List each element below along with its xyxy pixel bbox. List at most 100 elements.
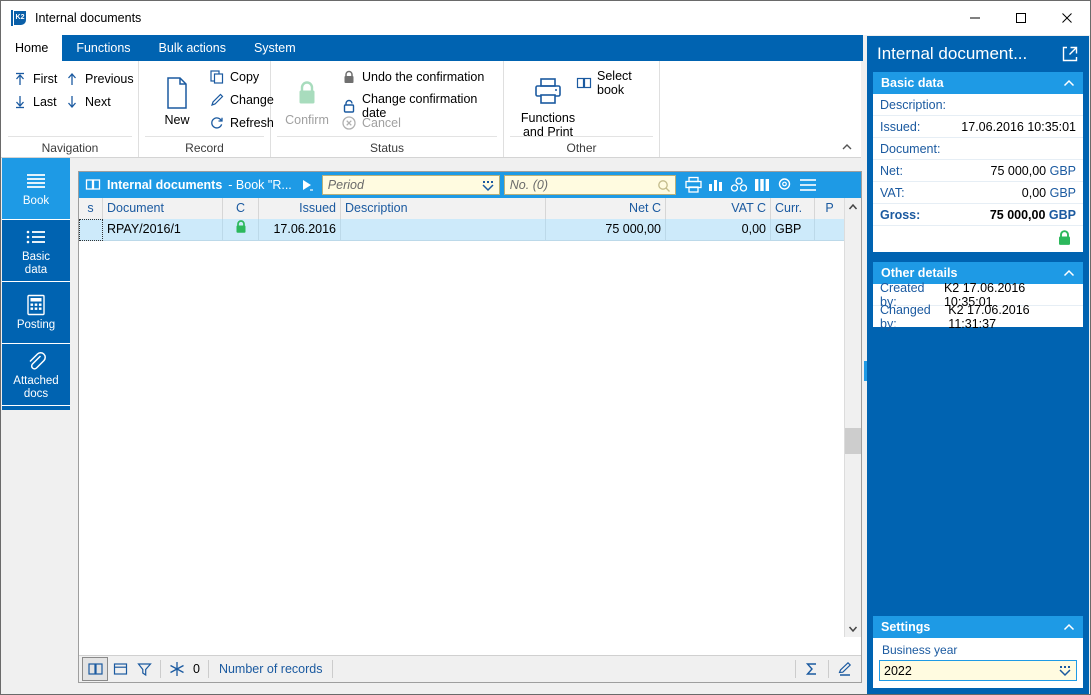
details-panel-title: Internal document... [867,36,1089,72]
columns-icon[interactable] [751,174,774,196]
column-header-s[interactable]: s [79,198,103,219]
combo-drop-icon[interactable] [480,178,496,194]
chart-icon[interactable] [705,174,728,196]
play-triangle-icon[interactable] [294,174,320,196]
column-header-description[interactable]: Description [341,198,546,219]
print-icon[interactable] [682,174,705,196]
cell-document[interactable]: RPAY/2016/1 [103,219,223,241]
edit-pencil-icon[interactable] [833,658,857,680]
new-document-icon [145,73,209,113]
column-header-net-c[interactable]: Net C [546,198,666,219]
cell-s[interactable] [79,219,103,241]
ribbon-button-last[interactable]: Last [12,94,57,110]
ribbon-button-previous[interactable]: Previous [64,71,134,87]
business-year-label: Business year [882,643,958,657]
cell-vat-c[interactable]: 0,00 [666,219,771,241]
detail-label: Description: [880,97,946,112]
ribbon-button-functions-and-print[interactable]: Functions and Print [510,71,586,139]
arrow-down-bar-icon [12,94,28,110]
book-icon[interactable] [82,657,108,681]
cell-curr[interactable]: GBP [771,219,815,241]
scroll-down-chevron-down-icon[interactable] [845,620,861,637]
application-window: K2 Internal documents Home Functions Bul… [0,0,1091,695]
ribbon-button-confirm[interactable]: Confirm [275,73,339,127]
ribbon-button-functions-label-line1: Functions [520,111,576,125]
settings-gear-icon[interactable] [774,174,797,196]
sidebar-item-book[interactable]: Book [2,158,70,220]
cell-net-c[interactable]: 75 000,00 [546,219,666,241]
ribbon-group-label-record: Record [185,141,224,155]
cell-p[interactable] [815,219,845,241]
tab-home[interactable]: Home [1,35,63,61]
ribbon-button-refresh-label: Refresh [230,116,274,130]
ribbon-button-copy[interactable]: Copy [209,69,259,85]
column-header-curr[interactable]: Curr. [771,198,815,219]
no-search-input[interactable]: No. (0) [503,175,676,195]
scroll-up-chevron-up-icon[interactable] [845,198,861,215]
ribbon-button-undo-confirmation[interactable]: Undo the confirmation [341,69,484,85]
cell-issued[interactable]: 17.06.2016 [259,219,341,241]
ribbon-button-first[interactable]: First [12,71,57,87]
menu-lines-icon[interactable] [797,174,820,196]
column-header-document[interactable]: Document [103,198,223,219]
divider [160,660,161,678]
snowflake-icon[interactable] [165,658,189,680]
column-header-p[interactable]: P [815,198,845,219]
chevron-up-icon[interactable] [1061,619,1077,635]
detail-currency: GBP [1049,185,1076,200]
table-row[interactable]: RPAY/2016/1 17.06.2016 75 000,00 0,00 GB… [79,219,845,241]
chevron-up-icon[interactable] [1061,265,1077,281]
archive-box-icon[interactable] [108,658,132,680]
scrollbar-thumb[interactable] [845,428,861,454]
section-header-settings[interactable]: Settings [873,616,1083,638]
minimize-icon[interactable] [952,1,998,34]
section-header-other-details-label: Other details [881,266,958,280]
maximize-icon[interactable] [998,1,1044,34]
tab-bulk-actions[interactable]: Bulk actions [145,35,240,61]
ribbon-button-refresh[interactable]: Refresh [209,115,274,131]
search-icon[interactable] [656,178,672,194]
left-navigation: Book Basic data Posting Attached docs [2,158,70,410]
ribbon-button-previous-label: Previous [85,72,134,86]
sidebar-item-posting[interactable]: Posting [2,282,70,344]
chevron-up-icon[interactable] [1061,75,1077,91]
section-header-basic-data[interactable]: Basic data [873,72,1083,94]
paperclip-icon [25,349,47,373]
sidebar-item-attached-docs[interactable]: Attached docs [2,344,70,406]
detail-row-description: Description: [873,94,1083,116]
cell-description[interactable] [341,219,546,241]
grid-vertical-scrollbar[interactable] [844,198,861,637]
divider [207,660,209,678]
sigma-icon[interactable] [800,658,824,680]
column-header-issued[interactable]: Issued [259,198,341,219]
tab-functions[interactable]: Functions [62,35,144,61]
number-of-records-label[interactable]: Number of records [213,662,329,676]
record-count: 0 [193,662,200,676]
ribbon-collapse-chevron-up-icon[interactable] [839,139,855,155]
refresh-icon [209,115,225,131]
section-header-basic-data-label: Basic data [881,76,944,90]
sidebar-item-basic-data[interactable]: Basic data [2,220,70,282]
close-icon[interactable] [1044,1,1090,34]
section-header-settings-label: Settings [881,620,931,634]
lock-green-icon [234,219,248,240]
open-external-icon[interactable] [1061,45,1079,63]
details-panel-title-text: Internal document... [877,44,1028,63]
ribbon-button-change[interactable]: Change [209,92,274,108]
column-header-vat-c[interactable]: VAT C [666,198,771,219]
ribbon-button-cancel[interactable]: Cancel [341,115,401,131]
combo-drop-icon[interactable] [1057,663,1073,679]
business-year-select[interactable]: 2022 [879,660,1077,681]
window-title: Internal documents [35,11,142,25]
ribbon-button-select-book[interactable]: Select book [576,69,659,97]
filter-icon[interactable] [132,658,156,680]
tab-system[interactable]: System [240,35,310,61]
period-input[interactable]: Period [321,175,500,195]
ribbon-button-next[interactable]: Next [64,94,111,110]
cell-c[interactable] [223,219,259,241]
column-header-c[interactable]: C [223,198,259,219]
divider [332,660,334,678]
ribbon-button-new[interactable]: New [145,73,209,127]
sidebar-item-attached-docs-label-line2: docs [23,387,49,400]
graph-group-icon[interactable] [728,174,751,196]
